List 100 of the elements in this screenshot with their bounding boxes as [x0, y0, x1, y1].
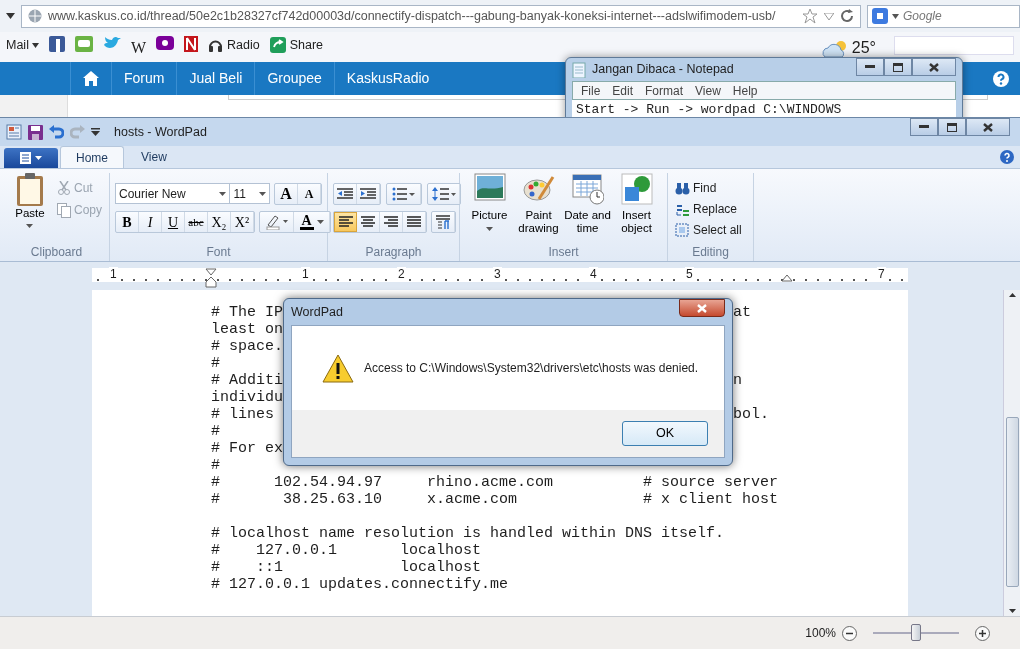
scrollbar-thumb[interactable]: [1005, 417, 1019, 587]
minimize-icon: [919, 125, 929, 129]
warning-icon: [322, 353, 354, 383]
group-label: Insert: [547, 244, 580, 261]
ok-button[interactable]: OK: [622, 421, 708, 446]
reload-icon[interactable]: [840, 9, 854, 23]
window-title: Jangan Dibaca - Notepad: [592, 61, 734, 79]
editing-button[interactable]: Replace: [673, 200, 748, 218]
align-left-button[interactable]: [334, 212, 357, 232]
chat-icon[interactable]: [74, 36, 93, 52]
menu-item[interactable]: View: [695, 81, 721, 100]
rounded-logo-icon[interactable]: [156, 36, 175, 50]
paste-button[interactable]: Paste: [9, 173, 51, 243]
square-logo-icon[interactable]: [48, 36, 65, 52]
undo-icon[interactable]: [49, 124, 64, 140]
font-family-dropdown[interactable]: Courier New: [115, 183, 231, 204]
font-size-dropdown[interactable]: 11: [229, 183, 270, 204]
align-icon: [407, 216, 421, 228]
decrease-indent-button[interactable]: [334, 184, 357, 204]
document-icon: [6, 124, 22, 140]
bookmark-link[interactable]: Radio: [208, 36, 260, 55]
document-text-line: # 38.25.63.10 x.acme.com # x client host: [211, 491, 779, 508]
clipboard-icon: [16, 173, 44, 207]
maximize-button[interactable]: [938, 118, 966, 136]
menu-item[interactable]: File: [581, 81, 601, 100]
logo-icon[interactable]: [184, 36, 199, 52]
subscript-button[interactable]: X₂: [208, 212, 231, 232]
search-engine-icon: [872, 8, 888, 24]
close-button[interactable]: [966, 118, 1010, 136]
close-button[interactable]: [912, 58, 956, 76]
page-sidebar: [0, 95, 68, 117]
document-text-line: least on: [211, 321, 283, 338]
notepad-icon: [572, 61, 586, 78]
zoom-out-icon[interactable]: [842, 625, 857, 641]
grow-font-button[interactable]: A: [275, 184, 298, 204]
insert-button[interactable]: Date and time: [563, 173, 612, 243]
zoom-in-icon[interactable]: [975, 625, 990, 641]
outdent-icon: [337, 187, 353, 201]
application-menu-button[interactable]: [4, 148, 58, 168]
search-box[interactable]: Google: [867, 4, 1020, 28]
zoom-level-label: 100%: [805, 625, 836, 642]
document-text-line: # 127.0.0.1 localhost: [211, 542, 482, 559]
document-text-line: individu: [211, 389, 283, 406]
error-message: Access to C:\Windows\System32\drivers\etc\hosts was denied.: [364, 360, 699, 377]
customize-caret-icon[interactable]: [91, 128, 100, 136]
minimize-button[interactable]: [910, 118, 938, 136]
menu-item[interactable]: Edit: [612, 81, 634, 100]
bookmark-link[interactable]: Share: [269, 36, 324, 55]
help-icon[interactable]: [1000, 150, 1014, 164]
underline-button[interactable]: U: [162, 212, 185, 232]
highlighter-icon: [265, 214, 288, 230]
scroll-up-icon[interactable]: [1008, 293, 1016, 297]
document-text-line: # localhost name resolution is handled within DNS itself.: [211, 525, 725, 542]
strikethrough-button[interactable]: abc: [185, 212, 208, 232]
close-button[interactable]: [679, 299, 725, 317]
editing-button[interactable]: Find: [673, 179, 748, 197]
ruler-number: 3: [493, 267, 502, 281]
shrink-font-button[interactable]: A: [298, 184, 321, 204]
color-swatch-icon: [299, 227, 314, 230]
document-text-line: # lines: [211, 406, 274, 423]
document-text-line: # ::1 localhost: [211, 559, 482, 576]
text-color-button[interactable]: A: [294, 212, 330, 232]
ruler-number: 2: [397, 267, 406, 281]
minimize-button[interactable]: [856, 58, 884, 76]
star-icon[interactable]: [802, 8, 818, 24]
zoom-slider-thumb[interactable]: [911, 624, 921, 641]
text-field[interactable]: [894, 36, 1014, 55]
bookmark-menu[interactable]: Mail: [6, 36, 39, 55]
indent-icon: [360, 187, 376, 201]
maximize-button[interactable]: [884, 58, 912, 76]
bold-button[interactable]: B: [116, 212, 139, 232]
menu-item[interactable]: Format: [645, 81, 684, 100]
save-icon[interactable]: [28, 124, 43, 140]
dropdown-caret-icon: [892, 13, 899, 19]
ribbon-tab[interactable]: View: [126, 146, 182, 168]
editing-button[interactable]: Select all: [673, 221, 748, 239]
menu-item[interactable]: Help: [732, 81, 758, 100]
caret-icon: [31, 42, 39, 48]
italic-button[interactable]: I: [139, 212, 162, 232]
window-title: hosts - WordPad: [114, 123, 207, 141]
bookmark-link[interactable]: W: [130, 36, 147, 60]
dropdown-caret-icon[interactable]: [6, 13, 15, 19]
address-bar[interactable]: www.kaskus.co.id/thread/50e2c1b28327cf742d00003d/connectify-dispatch---gabung-banyak-koneksi-internet---adslwifimodem-usb/: [21, 4, 861, 28]
calendar-clock-icon: [571, 173, 604, 205]
superscript-button[interactable]: X²: [231, 212, 254, 232]
close-icon: [929, 62, 939, 72]
insert-button[interactable]: Insert object: [612, 173, 661, 243]
scroll-down-icon[interactable]: [1008, 609, 1016, 613]
dialog-title: WordPad: [291, 303, 343, 321]
ruler-number: 7: [877, 267, 886, 281]
insert-button[interactable]: Paint drawing: [514, 173, 563, 243]
group-label: Editing: [691, 244, 730, 261]
help-icon[interactable]: [993, 70, 1009, 87]
insert-button[interactable]: Picture: [465, 173, 514, 243]
menu-icon: [19, 152, 43, 164]
group-label: Paragraph: [364, 244, 423, 261]
increase-indent-button[interactable]: [357, 184, 380, 204]
document-text-fragment: bol.: [733, 406, 770, 423]
ribbon-tab[interactable]: Home: [60, 146, 124, 168]
close-icon: [697, 303, 707, 313]
